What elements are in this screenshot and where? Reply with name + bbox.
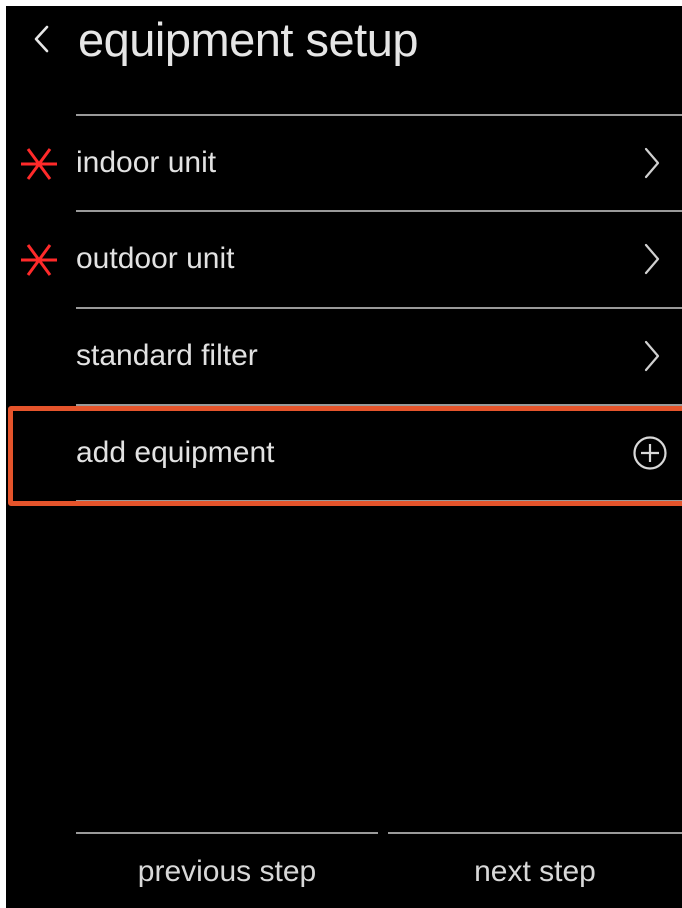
list-item-label: outdoor unit [76,242,235,275]
list-item-add-equipment[interactable]: add equipment [6,406,682,500]
page-title: equipment setup [78,13,419,66]
chevron-left-icon[interactable] [32,24,52,54]
plus-circle-icon[interactable] [632,435,668,471]
list-item-indoor-unit[interactable]: indoor unit [6,116,682,210]
chevron-right-icon [644,340,660,372]
divider [388,832,682,834]
list-item-label: indoor unit [76,146,217,179]
divider [76,832,378,834]
chevron-right-icon [644,147,660,179]
required-asterisk-icon [21,148,57,180]
list-item-label: add equipment [76,436,275,469]
list-item-standard-filter[interactable]: standard filter [6,309,682,403]
next-step-label: next step [474,855,596,888]
previous-step-button[interactable]: previous step [76,832,378,908]
header: equipment setup [6,6,682,76]
chevron-right-icon [644,243,660,275]
divider [76,500,682,502]
required-asterisk-icon [21,244,57,276]
list-item-outdoor-unit[interactable]: outdoor unit [6,212,682,306]
list-item-label: standard filter [76,339,258,372]
equipment-setup-screen: equipment setup indoor unit outdoor unit [6,6,682,908]
next-step-button[interactable]: next step [388,832,682,908]
previous-step-label: previous step [137,855,317,888]
